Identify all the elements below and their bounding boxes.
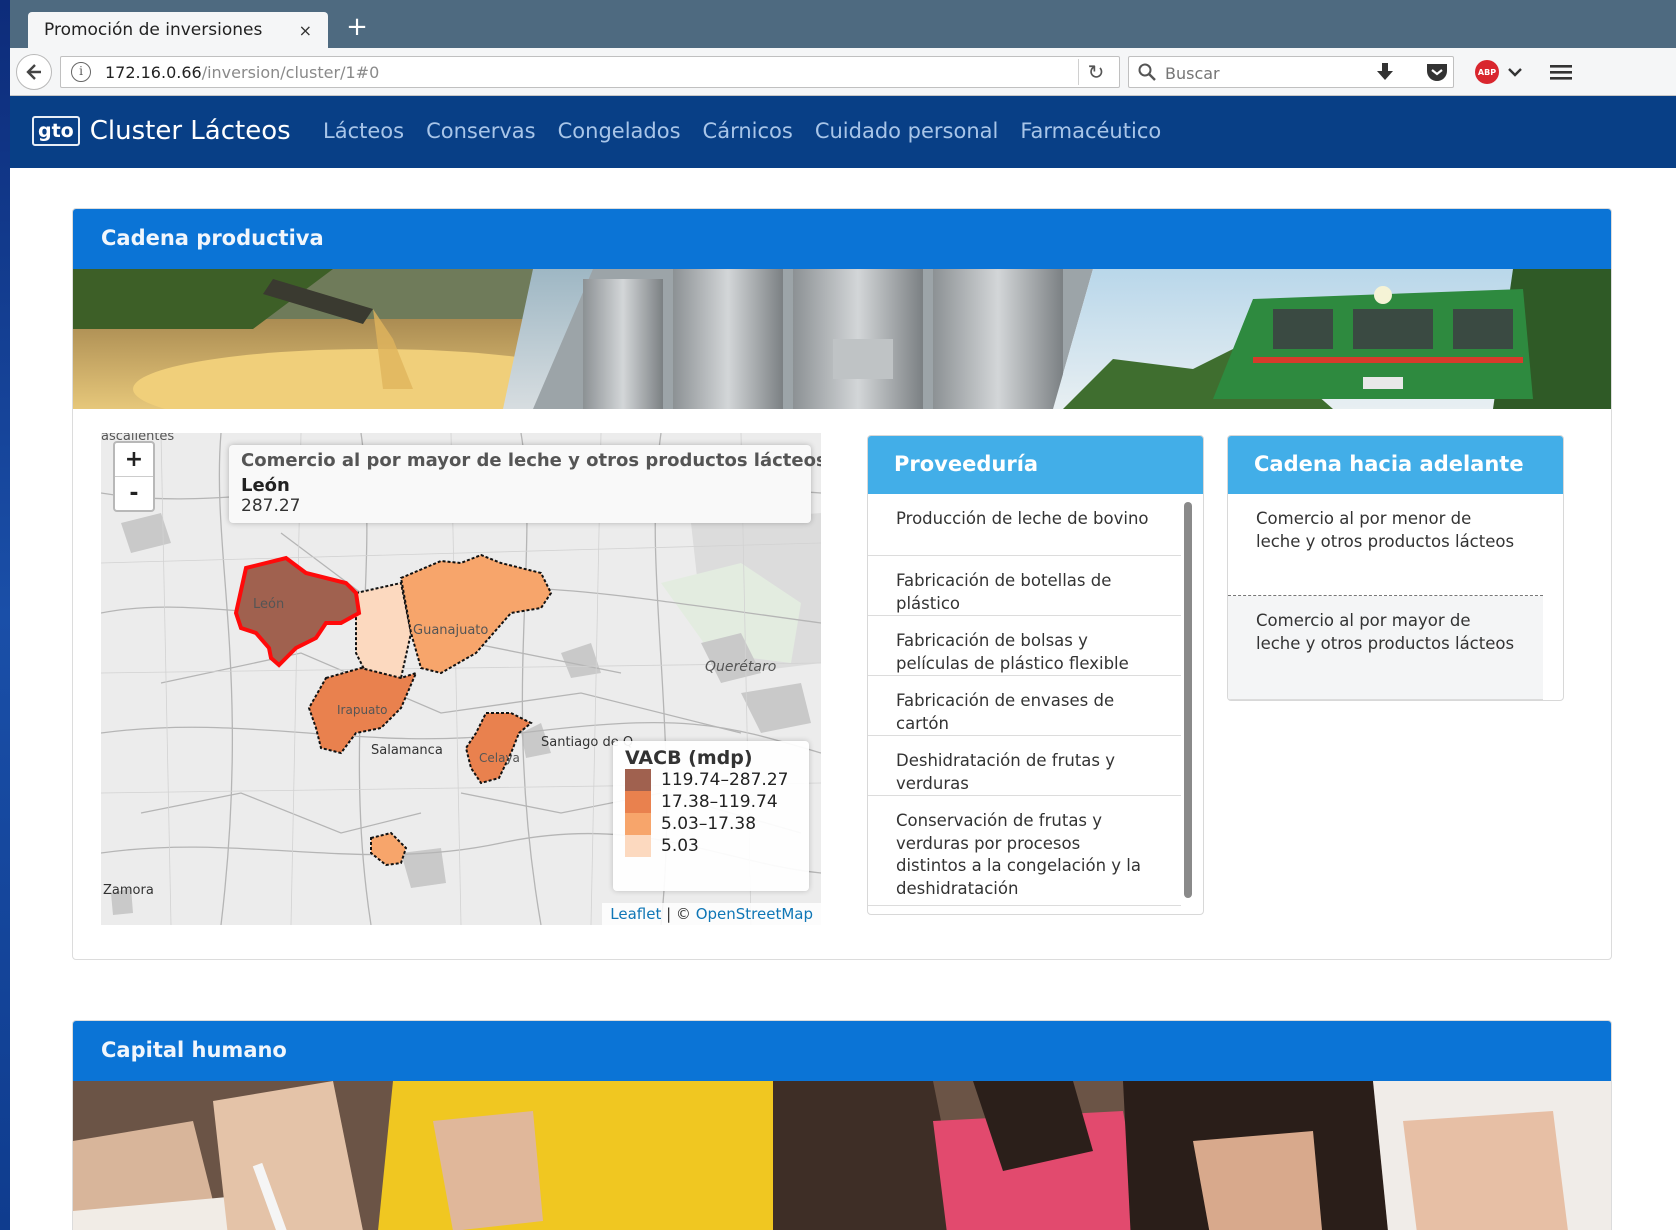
browser-tab[interactable]: Promoción de inversiones × bbox=[28, 12, 328, 48]
pocket-icon[interactable] bbox=[1422, 58, 1452, 86]
list-item[interactable]: Fabricación de botellas de plástico bbox=[868, 556, 1181, 616]
supply-chain-banner bbox=[73, 269, 1611, 409]
legend-row: 119.74–287.27 bbox=[625, 769, 797, 791]
chevron-down-icon[interactable] bbox=[1500, 58, 1530, 86]
nav-link-congelados[interactable]: Congelados bbox=[558, 119, 681, 143]
choropleth-map[interactable]: ascalientes León Guanajuato Querétaro Ir… bbox=[101, 433, 821, 925]
map-label-guanajuato: Guanajuato bbox=[413, 623, 489, 638]
info-region-value: 287.27 bbox=[241, 496, 301, 516]
panel-title: Capital humano bbox=[101, 1038, 287, 1062]
leaflet-link[interactable]: Leaflet bbox=[610, 905, 661, 923]
list-item[interactable]: Fabricación de envases de cartón bbox=[868, 676, 1181, 736]
tab-close-icon[interactable]: × bbox=[299, 21, 312, 40]
browser-window: Promoción de inversiones × + i 172.16.0.… bbox=[10, 0, 1676, 1230]
map-info-box: Comercio al por mayor de leche y otros p… bbox=[229, 445, 821, 523]
panel-heading: Cadena productiva bbox=[73, 209, 1611, 269]
search-bar[interactable] bbox=[1128, 56, 1454, 88]
legend-row: 17.38–119.74 bbox=[625, 791, 797, 813]
brand[interactable]: gto Cluster Lácteos bbox=[32, 116, 291, 146]
legend-swatch bbox=[625, 791, 651, 813]
cadena-productiva-panel: Cadena productiva ascalientes León Guana… bbox=[72, 208, 1612, 960]
menu-icon[interactable] bbox=[1546, 58, 1576, 86]
panel-heading: Capital humano bbox=[73, 1021, 1611, 1081]
proveeduria-list[interactable]: Producción de leche de bovino Fabricació… bbox=[868, 494, 1181, 914]
legend-label: 5.03 bbox=[661, 836, 699, 856]
new-tab-button[interactable]: + bbox=[342, 12, 372, 42]
map-attribution: Leaflet | © OpenStreetMap bbox=[602, 903, 821, 925]
info-title: Comercio al por mayor de leche y otros p… bbox=[241, 450, 821, 471]
browser-toolbar: i 172.16.0.66/inversion/cluster/1#0 ↻ AB… bbox=[10, 48, 1676, 96]
cadena-adelante-panel: Cadena hacia adelante Comercio al por me… bbox=[1227, 435, 1564, 701]
openstreetmap-link[interactable]: OpenStreetMap bbox=[696, 905, 813, 923]
legend-title: VACB (mdp) bbox=[625, 747, 753, 769]
tab-strip: Promoción de inversiones × + bbox=[10, 0, 1676, 48]
legend-swatch bbox=[625, 813, 651, 835]
nav-link-farmaceutico[interactable]: Farmacéutico bbox=[1020, 119, 1161, 143]
capital-humano-panel: Capital humano bbox=[72, 1020, 1612, 1230]
nav-link-carnicos[interactable]: Cárnicos bbox=[703, 119, 793, 143]
map-label-queretaro: Querétaro bbox=[705, 659, 777, 675]
site-info-icon[interactable]: i bbox=[71, 62, 91, 82]
url-text: 172.16.0.66/inversion/cluster/1#0 bbox=[105, 63, 380, 82]
nav-link-cuidado-personal[interactable]: Cuidado personal bbox=[815, 119, 999, 143]
legend-swatch bbox=[625, 835, 651, 857]
reload-icon[interactable]: ↻ bbox=[1078, 59, 1113, 85]
legend-label: 119.74–287.27 bbox=[661, 770, 789, 790]
legend-row: 5.03–17.38 bbox=[625, 813, 797, 835]
adelante-title: Cadena hacia adelante bbox=[1228, 436, 1563, 494]
zoom-control: + - bbox=[113, 441, 155, 512]
list-item[interactable]: Deshidratación de frutas y verduras bbox=[868, 736, 1181, 796]
list-item[interactable]: Comercio al por mayor de leche y otros p… bbox=[1228, 596, 1543, 700]
search-input[interactable] bbox=[1163, 60, 1447, 86]
legend-label: 5.03–17.38 bbox=[661, 814, 757, 834]
info-region-name: León bbox=[241, 475, 290, 496]
capital-humano-banner bbox=[73, 1081, 1611, 1230]
back-arrow-icon bbox=[26, 64, 41, 80]
zoom-in-button[interactable]: + bbox=[115, 443, 153, 476]
map-label-salamanca: Salamanca bbox=[371, 743, 443, 758]
brand-logo: gto bbox=[32, 116, 80, 146]
proveeduria-title: Proveeduría bbox=[868, 436, 1203, 494]
scrollbar-thumb[interactable] bbox=[1184, 502, 1192, 898]
list-item[interactable]: Producción de leche de bovino bbox=[868, 494, 1181, 556]
proveeduria-panel: Proveeduría Producción de leche de bovin… bbox=[867, 435, 1204, 915]
nav-link-conservas[interactable]: Conservas bbox=[426, 119, 536, 143]
tab-title: Promoción de inversiones bbox=[44, 20, 263, 40]
brand-title: Cluster Lácteos bbox=[89, 116, 291, 146]
legend-label: 17.38–119.74 bbox=[661, 792, 778, 812]
panel-title: Cadena productiva bbox=[101, 226, 324, 250]
map-label-celaya: Celaya bbox=[479, 751, 520, 765]
list-item[interactable]: Comercio al por menor de leche y otros p… bbox=[1228, 494, 1543, 596]
app-navbar: gto Cluster Lácteos Lácteos Conservas Co… bbox=[10, 96, 1676, 168]
list-item[interactable]: Fabricación de bolsas y películas de plá… bbox=[868, 616, 1181, 676]
attribution-separator: | © bbox=[661, 905, 696, 923]
nav-link-lacteos[interactable]: Lácteos bbox=[323, 119, 404, 143]
zoom-out-button[interactable]: - bbox=[115, 476, 153, 510]
proveeduria-scrollbar[interactable] bbox=[1181, 496, 1195, 914]
map-label-leon: León bbox=[253, 597, 285, 612]
download-icon[interactable] bbox=[1370, 58, 1400, 86]
search-icon bbox=[1138, 63, 1156, 81]
nav-links: Lácteos Conservas Congelados Cárnicos Cu… bbox=[323, 119, 1183, 143]
map-label-irapuato: Irapuato bbox=[337, 703, 388, 717]
url-bar[interactable]: i 172.16.0.66/inversion/cluster/1#0 ↻ bbox=[60, 56, 1120, 88]
legend-row: 5.03 bbox=[625, 835, 797, 857]
adblock-icon[interactable]: ABP bbox=[1472, 58, 1502, 86]
map-label-zamora: Zamora bbox=[103, 883, 154, 898]
legend-swatch bbox=[625, 769, 651, 791]
adelante-list[interactable]: Comercio al por menor de leche y otros p… bbox=[1228, 494, 1543, 700]
back-button[interactable] bbox=[16, 54, 52, 90]
map-legend: VACB (mdp) 119.74–287.27 17.38–119.74 5.… bbox=[613, 741, 809, 891]
list-item[interactable]: Conservación de frutas y verduras por pr… bbox=[868, 796, 1181, 906]
